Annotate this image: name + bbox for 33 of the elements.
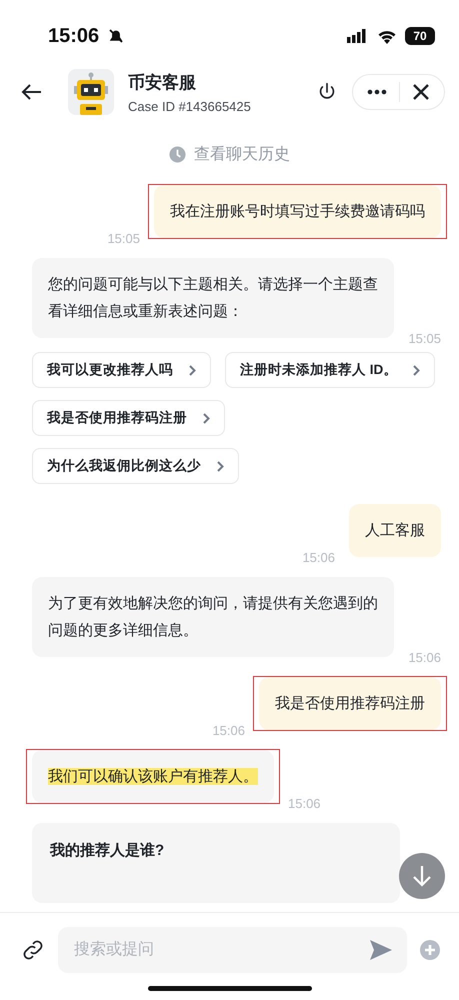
wifi-icon xyxy=(377,28,397,44)
clock-icon xyxy=(169,146,186,163)
message-time: 15:06 xyxy=(302,550,335,565)
suggestion-chip[interactable]: 我是否使用推荐码注册 xyxy=(32,400,225,436)
arrow-down-icon xyxy=(411,864,433,888)
scroll-down-button[interactable] xyxy=(399,853,445,899)
chevron-right-icon xyxy=(217,460,224,472)
user-message: 人工客服 xyxy=(349,504,441,557)
chat-title: 币安客服 xyxy=(128,72,197,94)
message-time: 15:05 xyxy=(107,231,140,246)
message-time: 15:06 xyxy=(408,650,441,665)
bot-message: 为了更有效地解决您的询问，请提供有关您遇到的问题的更多详细信息。 xyxy=(32,577,394,657)
robot-avatar xyxy=(68,69,114,115)
message-time: 15:06 xyxy=(212,723,245,738)
chevron-right-icon xyxy=(189,364,196,376)
battery-level: 70 xyxy=(405,27,435,45)
message-field[interactable]: 搜索或提问 xyxy=(58,927,407,973)
message-time: 15:05 xyxy=(408,331,441,346)
more-button[interactable] xyxy=(367,89,387,95)
suggestion-chip[interactable]: 为什么我返佣比例这么少 xyxy=(32,448,239,484)
send-icon[interactable] xyxy=(369,939,393,961)
message-time: 15:06 xyxy=(288,796,321,811)
suggestion-chip[interactable]: 注册时未添加推荐人 ID。 xyxy=(225,352,436,388)
bell-off-icon xyxy=(107,27,126,45)
plus-icon xyxy=(419,939,441,961)
suggestion-chip[interactable]: 我可以更改推荐人吗 xyxy=(32,352,211,388)
case-id: Case ID #143665425 xyxy=(128,98,252,114)
chevron-right-icon xyxy=(413,364,420,376)
card-title: 我的推荐人是谁? xyxy=(50,842,164,859)
chevron-right-icon xyxy=(203,412,210,424)
bot-message: 您的问题可能与以下主题相关。请选择一个主题查看详细信息或重新表述问题： xyxy=(32,258,394,338)
clock-time: 15:06 xyxy=(48,24,100,48)
close-button[interactable] xyxy=(412,83,430,101)
